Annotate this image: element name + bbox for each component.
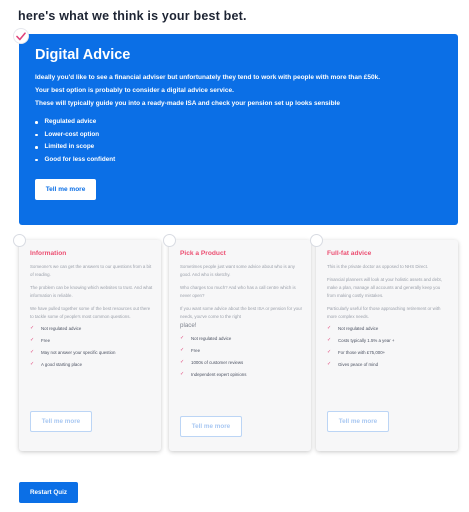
list-item-label: Gives peace of mind xyxy=(338,362,379,367)
option-card-information[interactable]: Information Someone's we can get the ans… xyxy=(13,234,161,451)
card-text: place! xyxy=(180,322,197,329)
bullet-item: Regulated advice xyxy=(35,116,442,129)
card-title: Pick a Product xyxy=(180,250,226,257)
page-heading: here's what we think is your best bet. xyxy=(18,9,247,23)
radio-button[interactable] xyxy=(163,234,176,247)
card-text: Someone's we can get the answers to our … xyxy=(30,264,152,277)
recommendation-text: Ideally you'd like to see a financial ad… xyxy=(35,74,381,81)
radio-button[interactable] xyxy=(13,234,26,247)
list-item: ✓ For those with £75,000+ xyxy=(327,349,450,356)
list-item-label: Not regulated advice xyxy=(191,336,232,341)
bullet-icon xyxy=(35,121,38,124)
card-title: Information xyxy=(30,250,67,257)
list-item-label: A good starting place xyxy=(41,362,83,367)
bullet-item: Lower-cost option xyxy=(35,129,442,142)
list-item: ✓ 1000s of customer reviews xyxy=(180,359,303,366)
list-item: ✓ Independent expert opinions xyxy=(180,371,303,378)
radio-button[interactable] xyxy=(310,234,323,247)
bullet-label: Good for less confident xyxy=(44,155,116,163)
check-icon: ✓ xyxy=(180,371,185,377)
bullet-label: Limited in scope xyxy=(44,143,95,150)
card-title: Full-fat advice xyxy=(327,250,372,257)
restart-quiz-button[interactable]: Restart Quiz xyxy=(19,482,78,503)
list-item: ✓ Free xyxy=(30,337,153,344)
list-item: ✓ Costs typically 1.5% a year + xyxy=(327,337,450,344)
tell-me-more-button[interactable]: Tell me more xyxy=(30,411,92,432)
bullet-icon xyxy=(35,133,38,136)
card-text: The problem can be knowing which website… xyxy=(30,285,153,298)
recommendation-title: Digital Advice xyxy=(35,47,131,63)
list-item: ✓ A good starting place xyxy=(30,361,153,368)
card-text: If you want some advice about the best I… xyxy=(180,306,303,319)
option-card-full-fat-advice[interactable]: Full-fat advice This is the private doct… xyxy=(310,234,458,451)
card-text: This is the private doctor as opposed to… xyxy=(327,264,429,269)
tell-me-more-button[interactable]: Tell me more xyxy=(327,411,389,432)
check-icon: ✓ xyxy=(180,359,185,365)
check-icon: ✓ xyxy=(180,347,185,353)
bullet-icon xyxy=(35,146,38,149)
tell-me-more-button[interactable]: Tell me more xyxy=(180,416,242,437)
list-item-label: Not regulated advice xyxy=(41,326,82,331)
check-icon: ✓ xyxy=(327,337,332,343)
card-text: Who charges too much? And who has a call… xyxy=(180,285,296,298)
recommendation-text: Your best option is probably to consider… xyxy=(35,87,234,94)
tell-me-more-button[interactable]: Tell me more xyxy=(35,179,96,200)
list-item: ✓ Not regulated advice xyxy=(30,325,153,332)
bullet-label: Lower-cost option xyxy=(44,130,100,138)
list-item-label: 1000s of customer reviews xyxy=(191,360,244,365)
recommendation-card: Digital Advice Ideally you'd like to see… xyxy=(13,28,458,225)
check-icon: ✓ xyxy=(327,361,332,367)
feature-list: ✓ Not regulated advice ✓ Free ✓ 1000s of cu… xyxy=(180,335,303,378)
check-icon xyxy=(13,28,29,44)
card-text: Particularly useful for those approachin… xyxy=(327,306,441,319)
feature-list: ✓ Not regulated advice ✓ Free ✓ May not ans… xyxy=(30,325,153,368)
list-item-label: Not regulated advice xyxy=(338,326,379,331)
check-icon: ✓ xyxy=(30,349,35,355)
check-icon: ✓ xyxy=(327,349,332,355)
list-item-label: Free xyxy=(191,348,201,353)
bullet-icon xyxy=(35,158,38,161)
list-item-label: May not answer your specific question xyxy=(41,350,116,355)
bullet-label: Regulated advice xyxy=(44,118,97,125)
list-item: ✓ May not answer your specific question xyxy=(30,349,153,356)
list-item-label: For those with £75,000+ xyxy=(338,350,386,355)
list-item-label: Independent expert opinions xyxy=(191,372,247,377)
option-card-pick-a-product[interactable]: Pick a Product Sometimes people just wan… xyxy=(163,234,311,451)
check-icon: ✓ xyxy=(30,361,35,367)
bullet-item: Good for less confident xyxy=(35,154,442,167)
recommendation-text: These will typically guide you into a re… xyxy=(35,100,340,107)
list-item: ✓ Not regulated advice xyxy=(327,325,450,332)
feature-list: ✓ Not regulated advice ✓ Costs typically 1… xyxy=(327,325,450,368)
card-text: Sometimes people just want some advice a… xyxy=(180,264,295,277)
check-icon: ✓ xyxy=(180,335,185,341)
check-icon: ✓ xyxy=(30,337,35,343)
list-item: ✓ Gives peace of mind xyxy=(327,361,450,368)
recommendation-bullets: Regulated advice Lower-cost option Limit… xyxy=(35,116,442,166)
card-text: We have pulled together some of the best… xyxy=(30,306,151,319)
card-text: Financial planners will look at your hol… xyxy=(327,277,442,298)
list-item: ✓ Free xyxy=(180,347,303,354)
list-item: ✓ Not regulated advice xyxy=(180,335,303,342)
list-item-label: Costs typically 1.5% a year + xyxy=(338,338,395,343)
check-icon: ✓ xyxy=(327,325,332,331)
bullet-item: Limited in scope xyxy=(35,141,442,154)
list-item-label: Free xyxy=(41,338,51,343)
check-icon: ✓ xyxy=(30,325,35,331)
